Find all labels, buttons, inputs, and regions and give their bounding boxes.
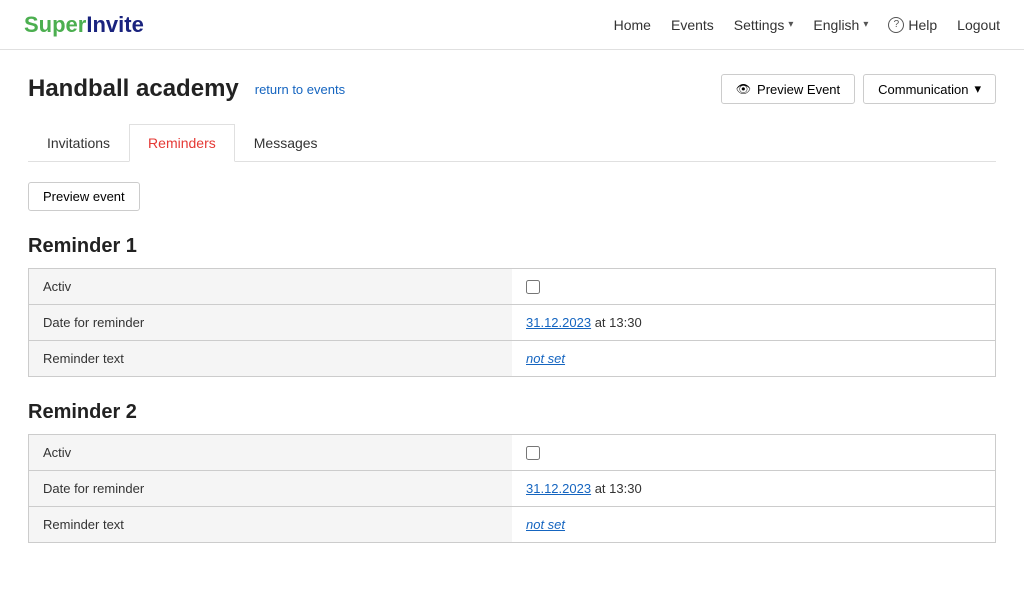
reminder-1-notset-link[interactable]: not set bbox=[526, 351, 565, 366]
reminder-2-activ-checkbox[interactable] bbox=[526, 446, 540, 460]
help-circle-icon: ? bbox=[888, 17, 904, 33]
settings-chevron-icon: ▾ bbox=[788, 19, 793, 30]
tab-reminders[interactable]: Reminders bbox=[129, 124, 235, 162]
reminder-2-title: Reminder 2 bbox=[28, 401, 996, 424]
navbar-nav: Home Events Settings ▾ English ▾ ? Help … bbox=[614, 17, 1000, 33]
communication-button[interactable]: Communication ▾ bbox=[863, 74, 996, 104]
preview-btn-area: Preview event bbox=[28, 182, 996, 211]
tabs-bar: Invitations Reminders Messages bbox=[28, 124, 996, 162]
table-row: Reminder text not set bbox=[29, 507, 996, 543]
nav-language-label: English bbox=[813, 17, 859, 33]
header-actions: 👁 Preview Event Communication ▾ bbox=[721, 74, 996, 104]
reminder-1-activ-cell bbox=[512, 269, 996, 305]
reminder-1-table: Activ Date for reminder 31.12.2023 at 13… bbox=[28, 268, 996, 377]
tab-invitations[interactable]: Invitations bbox=[28, 124, 129, 162]
nav-language-dropdown[interactable]: English ▾ bbox=[813, 17, 868, 33]
reminder-1-date-link[interactable]: 31.12.2023 bbox=[526, 315, 591, 330]
table-row: Reminder text not set bbox=[29, 341, 996, 377]
page-content: Handball academy return to events 👁 Prev… bbox=[0, 50, 1024, 591]
communication-chevron-icon: ▾ bbox=[974, 81, 981, 97]
nav-settings-dropdown[interactable]: Settings ▾ bbox=[734, 17, 794, 33]
reminder-2-activ-cell bbox=[512, 435, 996, 471]
reminder-2-section: Reminder 2 Activ Date for reminder 31.12… bbox=[28, 401, 996, 543]
preview-event-small-button[interactable]: Preview event bbox=[28, 182, 140, 211]
tab-messages[interactable]: Messages bbox=[235, 124, 337, 162]
brand-super: Super bbox=[24, 12, 86, 37]
table-row: Activ bbox=[29, 435, 996, 471]
preview-event-button[interactable]: 👁 Preview Event bbox=[721, 74, 855, 104]
nav-settings-label: Settings bbox=[734, 17, 785, 33]
navbar: SuperInvite Home Events Settings ▾ Engli… bbox=[0, 0, 1024, 50]
reminder-1-activ-label: Activ bbox=[29, 269, 513, 305]
reminder-2-date-link[interactable]: 31.12.2023 bbox=[526, 481, 591, 496]
reminder-2-notset-link[interactable]: not set bbox=[526, 517, 565, 532]
brand-logo[interactable]: SuperInvite bbox=[24, 12, 144, 38]
reminder-2-date-suffix: at 13:30 bbox=[591, 481, 642, 496]
reminder-1-section: Reminder 1 Activ Date for reminder 31.12… bbox=[28, 235, 996, 377]
reminder-2-text-cell: not set bbox=[512, 507, 996, 543]
table-row: Date for reminder 31.12.2023 at 13:30 bbox=[29, 471, 996, 507]
reminder-1-text-label: Reminder text bbox=[29, 341, 513, 377]
nav-help-label: Help bbox=[908, 17, 937, 33]
page-title: Handball academy bbox=[28, 75, 239, 103]
nav-home[interactable]: Home bbox=[614, 17, 651, 33]
reminder-2-table: Activ Date for reminder 31.12.2023 at 13… bbox=[28, 434, 996, 543]
nav-events[interactable]: Events bbox=[671, 17, 714, 33]
reminder-2-date-label: Date for reminder bbox=[29, 471, 513, 507]
nav-logout[interactable]: Logout bbox=[957, 17, 1000, 33]
communication-label: Communication bbox=[878, 82, 968, 97]
reminder-1-date-suffix: at 13:30 bbox=[591, 315, 642, 330]
reminder-2-date-cell: 31.12.2023 at 13:30 bbox=[512, 471, 996, 507]
reminder-1-date-label: Date for reminder bbox=[29, 305, 513, 341]
language-chevron-icon: ▾ bbox=[863, 19, 868, 30]
reminder-1-title: Reminder 1 bbox=[28, 235, 996, 258]
reminder-1-text-cell: not set bbox=[512, 341, 996, 377]
preview-event-label: Preview Event bbox=[757, 82, 840, 97]
table-row: Activ bbox=[29, 269, 996, 305]
page-header: Handball academy return to events 👁 Prev… bbox=[28, 74, 996, 104]
reminder-1-date-cell: 31.12.2023 at 13:30 bbox=[512, 305, 996, 341]
page-title-area: Handball academy return to events bbox=[28, 75, 345, 103]
table-row: Date for reminder 31.12.2023 at 13:30 bbox=[29, 305, 996, 341]
eye-icon: 👁 bbox=[736, 82, 751, 96]
brand-invite: Invite bbox=[86, 12, 143, 37]
return-to-events-link[interactable]: return to events bbox=[255, 82, 345, 97]
reminder-1-activ-checkbox[interactable] bbox=[526, 280, 540, 294]
reminder-2-activ-label: Activ bbox=[29, 435, 513, 471]
nav-help[interactable]: ? Help bbox=[888, 17, 937, 33]
reminder-2-text-label: Reminder text bbox=[29, 507, 513, 543]
